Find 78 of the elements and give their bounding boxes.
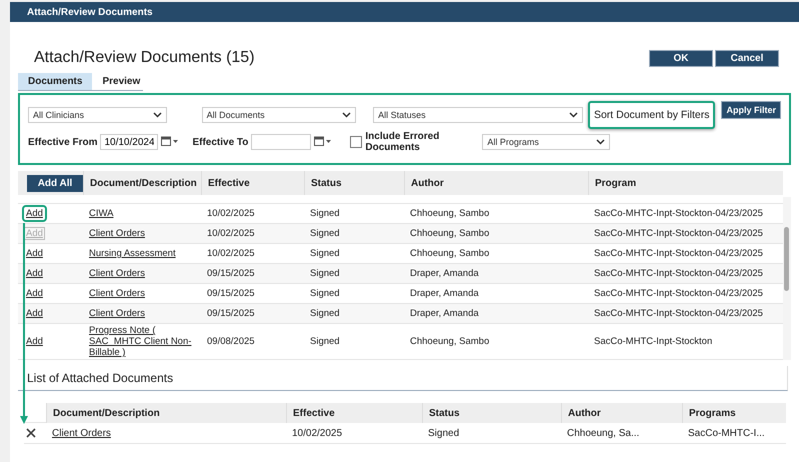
document-link[interactable]: Progress Note ( SAC_MHTC Client Non-Billable ) xyxy=(89,324,201,359)
checkbox-label: Include Errored Documents xyxy=(365,131,440,153)
table-cell: Chhoeung, Sa... xyxy=(567,428,640,438)
window-title: Attach/Review Documents xyxy=(10,2,799,22)
column-header: Effective xyxy=(286,403,422,423)
column-header: Effective xyxy=(201,171,304,195)
column-header: Document/Description xyxy=(46,403,286,423)
close-icon[interactable] xyxy=(26,428,36,438)
document-link[interactable]: CIWA xyxy=(89,207,114,220)
dialog-heading: Attach/Review Documents (15) xyxy=(34,49,255,67)
chevron-down-icon xyxy=(342,112,352,118)
document-dropdown[interactable]: All Documents xyxy=(202,107,356,123)
table-cell: 09/08/2025 xyxy=(207,336,255,347)
table-cell: Chhoeung, Sambo xyxy=(410,208,490,219)
table-cell: SacCo-MHTC-Inpt-Stockton-04/23/2025 xyxy=(594,268,763,279)
field-label: Effective To xyxy=(192,136,248,148)
add-link[interactable]: Add xyxy=(24,287,45,300)
table-cell: Signed xyxy=(310,208,340,219)
apply-filter-button[interactable]: Apply Filter xyxy=(721,101,781,119)
table-cell: Chhoeung, Sambo xyxy=(410,248,490,259)
table-cell: Signed xyxy=(310,336,340,347)
table-cell: Chhoeung, Sambo xyxy=(410,228,490,239)
program-dropdown[interactable]: All Programs xyxy=(482,134,610,150)
chevron-down-icon xyxy=(152,112,162,118)
dialog-button[interactable]: Cancel xyxy=(715,50,779,66)
field-label: Effective From xyxy=(28,136,98,148)
table-cell: SacCo-MHTC-Inpt-Stockton-04/23/2025 xyxy=(594,248,763,259)
add-link[interactable]: Add xyxy=(24,335,45,348)
callout-note: Sort Document by Filters xyxy=(588,101,716,129)
column-header: Status xyxy=(422,403,561,423)
add-link[interactable]: Add xyxy=(24,207,45,220)
table-cell: 09/15/2025 xyxy=(207,268,255,279)
document-link[interactable]: Nursing Assessment xyxy=(89,247,176,260)
table-cell: Signed xyxy=(310,228,340,239)
scrollbar[interactable] xyxy=(783,197,791,360)
table-cell: Signed xyxy=(310,308,340,319)
table-cell: 10/02/2025 xyxy=(292,428,342,438)
chevron-down-icon xyxy=(568,112,578,118)
table-cell: SacCo-MHTC-Inpt-Stockton-04/23/2025 xyxy=(594,288,763,299)
table-cell: SacCo-MHTC-I... xyxy=(688,428,765,438)
table-cell: SacCo-MHTC-Inpt-Stockton-04/23/2025 xyxy=(594,228,763,239)
document-link[interactable]: Client Orders xyxy=(52,428,111,438)
calendar-icon[interactable] xyxy=(161,136,180,146)
table-cell: Signed xyxy=(310,268,340,279)
add-all-button[interactable]: Add All xyxy=(27,174,83,192)
table-cell: SacCo-MHTC-Inpt-Stockton-04/23/2025 xyxy=(594,308,763,319)
column-header: Document/Description xyxy=(83,171,201,195)
status-dropdown[interactable]: All Statuses xyxy=(373,107,583,123)
table-cell: 09/15/2025 xyxy=(207,308,255,319)
table-cell: 10/02/2025 xyxy=(207,208,255,219)
calendar-icon[interactable] xyxy=(314,136,332,146)
chevron-down-icon xyxy=(596,139,606,145)
date-field[interactable]: 10/10/2024 xyxy=(100,134,158,150)
column-header: Program xyxy=(588,171,783,195)
table-cell: Signed xyxy=(428,428,460,438)
table-cell: 10/02/2025 xyxy=(207,248,255,259)
section-title: List of Attached Documents xyxy=(27,371,174,385)
table-cell: Signed xyxy=(310,288,340,299)
date-field[interactable] xyxy=(251,134,312,150)
table-cell: Draper, Amanda xyxy=(410,268,479,279)
table-cell: 10/02/2025 xyxy=(207,228,255,239)
table-cell: Chhoeung, Sambo xyxy=(410,336,490,347)
document-link[interactable]: Client Orders xyxy=(89,287,145,300)
checkbox[interactable] xyxy=(350,136,362,148)
column-header: Author xyxy=(561,403,682,423)
table-cell: SacCo-MHTC-Inpt-Stockton-04/23/2025 xyxy=(594,208,763,219)
dialog-button[interactable]: OK xyxy=(649,50,713,66)
table-cell: 09/15/2025 xyxy=(207,288,255,299)
column-header: Author xyxy=(404,171,588,195)
tab[interactable]: Documents xyxy=(18,73,92,90)
clinician-dropdown[interactable]: All Clinicians xyxy=(28,107,167,123)
table-cell: Draper, Amanda xyxy=(410,288,479,299)
table-cell: SacCo-MHTC-Inpt-Stockton xyxy=(594,336,712,347)
add-link[interactable]: Add xyxy=(24,247,45,260)
table-cell: Signed xyxy=(310,248,340,259)
column-header: Programs xyxy=(682,403,786,423)
column-header: Status xyxy=(304,171,404,195)
table-cell: Draper, Amanda xyxy=(410,308,479,319)
